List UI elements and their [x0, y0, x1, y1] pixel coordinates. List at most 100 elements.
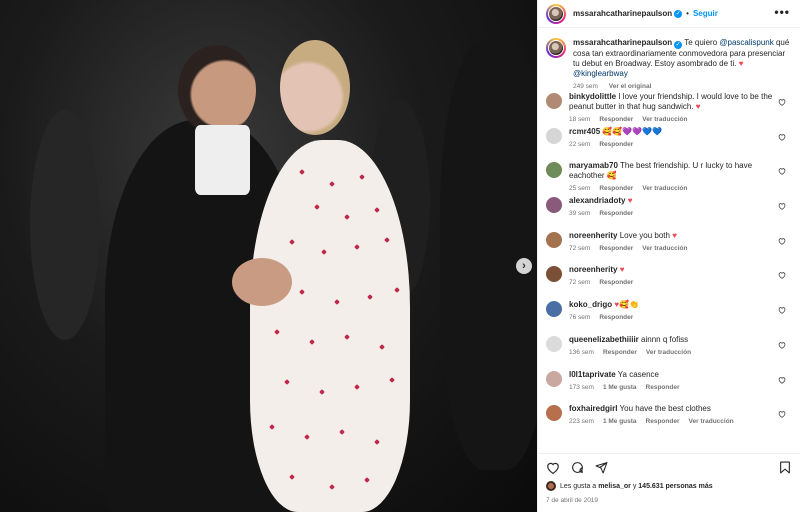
reply-button[interactable]: Responder: [603, 349, 637, 356]
comments-list[interactable]: mssarahcatharinepaulson ✓ Te quiero @pasc…: [538, 32, 800, 450]
comment-time[interactable]: 76 sem: [569, 314, 590, 321]
commenter-username[interactable]: noreenherity: [569, 265, 617, 274]
save-bookmark-icon[interactable]: [778, 460, 792, 474]
comment-time[interactable]: 72 sem: [569, 279, 590, 286]
share-icon[interactable]: [594, 460, 608, 474]
comment-body: maryamab70 The best friendship. U r luck…: [569, 161, 784, 192]
commenter-username[interactable]: foxhairedgirl: [569, 404, 617, 413]
comment-item: koko_drigo ♥🥰👏 76 sem Responder: [546, 296, 792, 331]
post-actions: Les gusta a melisa_or y 145.631 personas…: [538, 453, 800, 504]
post-photo[interactable]: ›: [0, 0, 537, 512]
reply-button[interactable]: Responder: [646, 418, 680, 425]
caption: mssarahcatharinepaulson ✓ Te quiero @pasc…: [546, 32, 792, 90]
commenter-username[interactable]: binkydolittle: [569, 92, 616, 101]
comment-meta: 72 sem Responder: [569, 278, 784, 288]
comment-meta: 136 sem Responder Ver traducción: [569, 348, 784, 358]
commenter-avatar[interactable]: [546, 301, 562, 318]
comment-like-heart-icon[interactable]: [778, 376, 786, 384]
see-translation-link[interactable]: Ver traducción: [646, 349, 691, 356]
author-username[interactable]: mssarahcatharinepaulson: [573, 9, 672, 18]
comment-item: maryamab70 The best friendship. U r luck…: [546, 157, 792, 192]
comment-text: You have the best clothes: [619, 404, 711, 414]
commenter-avatar[interactable]: [546, 231, 562, 248]
caption-mention-pascalispunk[interactable]: @pascalispunk: [719, 38, 773, 47]
more-options-icon[interactable]: •••: [774, 6, 790, 18]
comment-time[interactable]: 39 sem: [569, 210, 590, 217]
comment-like-heart-icon[interactable]: [778, 341, 786, 349]
caption-mention-kinglearbway[interactable]: @kinglearbway: [573, 69, 628, 78]
commenter-avatar[interactable]: [546, 162, 562, 179]
comment-like-heart-icon[interactable]: [778, 202, 786, 210]
caption-username[interactable]: mssarahcatharinepaulson: [573, 38, 672, 47]
comment-like-heart-icon[interactable]: [778, 237, 786, 245]
action-icons: [546, 460, 792, 474]
comment-meta: 76 sem Responder: [569, 313, 784, 323]
comment-emoji: ♥: [672, 230, 677, 240]
commenter-avatar[interactable]: [546, 266, 562, 283]
commenter-username[interactable]: noreenherity: [569, 231, 617, 240]
likes-middle: y: [630, 482, 639, 490]
comment-body: queenelizabethiiiir ainnn q fofiss 136 se…: [569, 335, 784, 366]
commenter-username[interactable]: queenelizabethiiiir: [569, 335, 639, 344]
reply-button[interactable]: Responder: [599, 141, 633, 148]
comment-text: Ya casence: [617, 369, 659, 379]
commenter-avatar[interactable]: [546, 127, 562, 144]
comment-body: noreenherity ♥ 72 sem Responder: [569, 265, 784, 296]
comment-like-heart-icon[interactable]: [778, 133, 786, 141]
reply-button[interactable]: Responder: [646, 384, 680, 391]
comment-time[interactable]: 136 sem: [569, 349, 594, 356]
commenter-username[interactable]: koko_drigo: [569, 300, 612, 309]
follow-button[interactable]: Seguir: [693, 9, 718, 18]
comment-body: alexandriadoty ♥ 39 sem Responder: [569, 196, 784, 227]
comment-meta: 72 sem Responder Ver traducción: [569, 244, 784, 254]
comment-time[interactable]: 173 sem: [569, 384, 594, 391]
reply-button[interactable]: Responder: [599, 314, 633, 321]
comment-emoji: ♥: [627, 196, 633, 206]
like-heart-icon[interactable]: [546, 460, 560, 474]
commenter-username[interactable]: maryamab70: [569, 161, 618, 170]
comment-body: noreenherity Love you both ♥ 72 sem Respon…: [569, 231, 784, 262]
likes-count[interactable]: 145.631 personas más: [638, 483, 712, 490]
commenter-username[interactable]: l0l1taprivate: [569, 370, 616, 379]
comment-like-heart-icon[interactable]: [778, 271, 786, 280]
comment-meta: 39 sem Responder: [569, 209, 784, 219]
comment-icon[interactable]: [570, 460, 584, 474]
comment-item: queenelizabethiiiir ainnn q fofiss 136 se…: [546, 331, 792, 366]
comment-emoji: ♥: [695, 102, 701, 111]
see-translation-link[interactable]: Ver traducción: [642, 245, 687, 252]
likes-prefix: Les gusta a: [560, 482, 597, 490]
comment-like-heart-icon[interactable]: [778, 98, 786, 106]
post-date[interactable]: 7 de abril de 2019: [546, 497, 792, 504]
comment-like-heart-icon[interactable]: [778, 306, 786, 314]
commenter-username[interactable]: rcmr405: [569, 127, 600, 136]
liker-username[interactable]: melisa_or: [598, 483, 631, 490]
comment-like-heart-icon[interactable]: [778, 410, 786, 418]
comment-time[interactable]: 22 sem: [569, 141, 590, 148]
comment-like-heart-icon[interactable]: [778, 167, 786, 176]
comment-item: noreenherity ♥ 72 sem Responder: [546, 261, 792, 296]
comment-body: binkydolittle I love your friendship. I …: [569, 92, 784, 123]
commenter-avatar[interactable]: [546, 93, 562, 109]
reply-button[interactable]: Responder: [599, 245, 633, 252]
commenter-avatar[interactable]: [546, 405, 562, 422]
caption-avatar[interactable]: [546, 38, 566, 58]
comment-time[interactable]: 72 sem: [569, 245, 590, 252]
commenter-avatar[interactable]: [546, 335, 562, 352]
reply-button[interactable]: Responder: [599, 279, 633, 286]
commenter-avatar[interactable]: [546, 197, 562, 214]
reply-button[interactable]: Responder: [599, 210, 633, 217]
next-image-button[interactable]: ›: [516, 258, 532, 274]
commenter-username[interactable]: alexandriadoty: [569, 196, 625, 205]
liker-avatar[interactable]: [546, 481, 556, 491]
comment-like-count[interactable]: 1 Me gusta: [603, 384, 637, 391]
post-sidebar: mssarahcatharinepaulson ✓ • Seguir ••• m…: [537, 0, 800, 512]
comment-body: rcmr405 🥰🥰💜💜💙💙 22 sem Responder: [569, 127, 784, 158]
see-translation-link[interactable]: Ver traducción: [688, 418, 733, 425]
comment-body: foxhairedgirl You have the best clothes 2…: [569, 404, 784, 435]
commenter-avatar[interactable]: [546, 370, 562, 387]
author-avatar[interactable]: [546, 3, 566, 24]
comment-time[interactable]: 223 sem: [569, 418, 594, 425]
comment-like-count[interactable]: 1 Me gusta: [603, 418, 637, 425]
comment-item: foxhairedgirl You have the best clothes 2…: [546, 400, 792, 435]
comment-item: noreenherity Love you both ♥ 72 sem Respon…: [546, 227, 792, 262]
